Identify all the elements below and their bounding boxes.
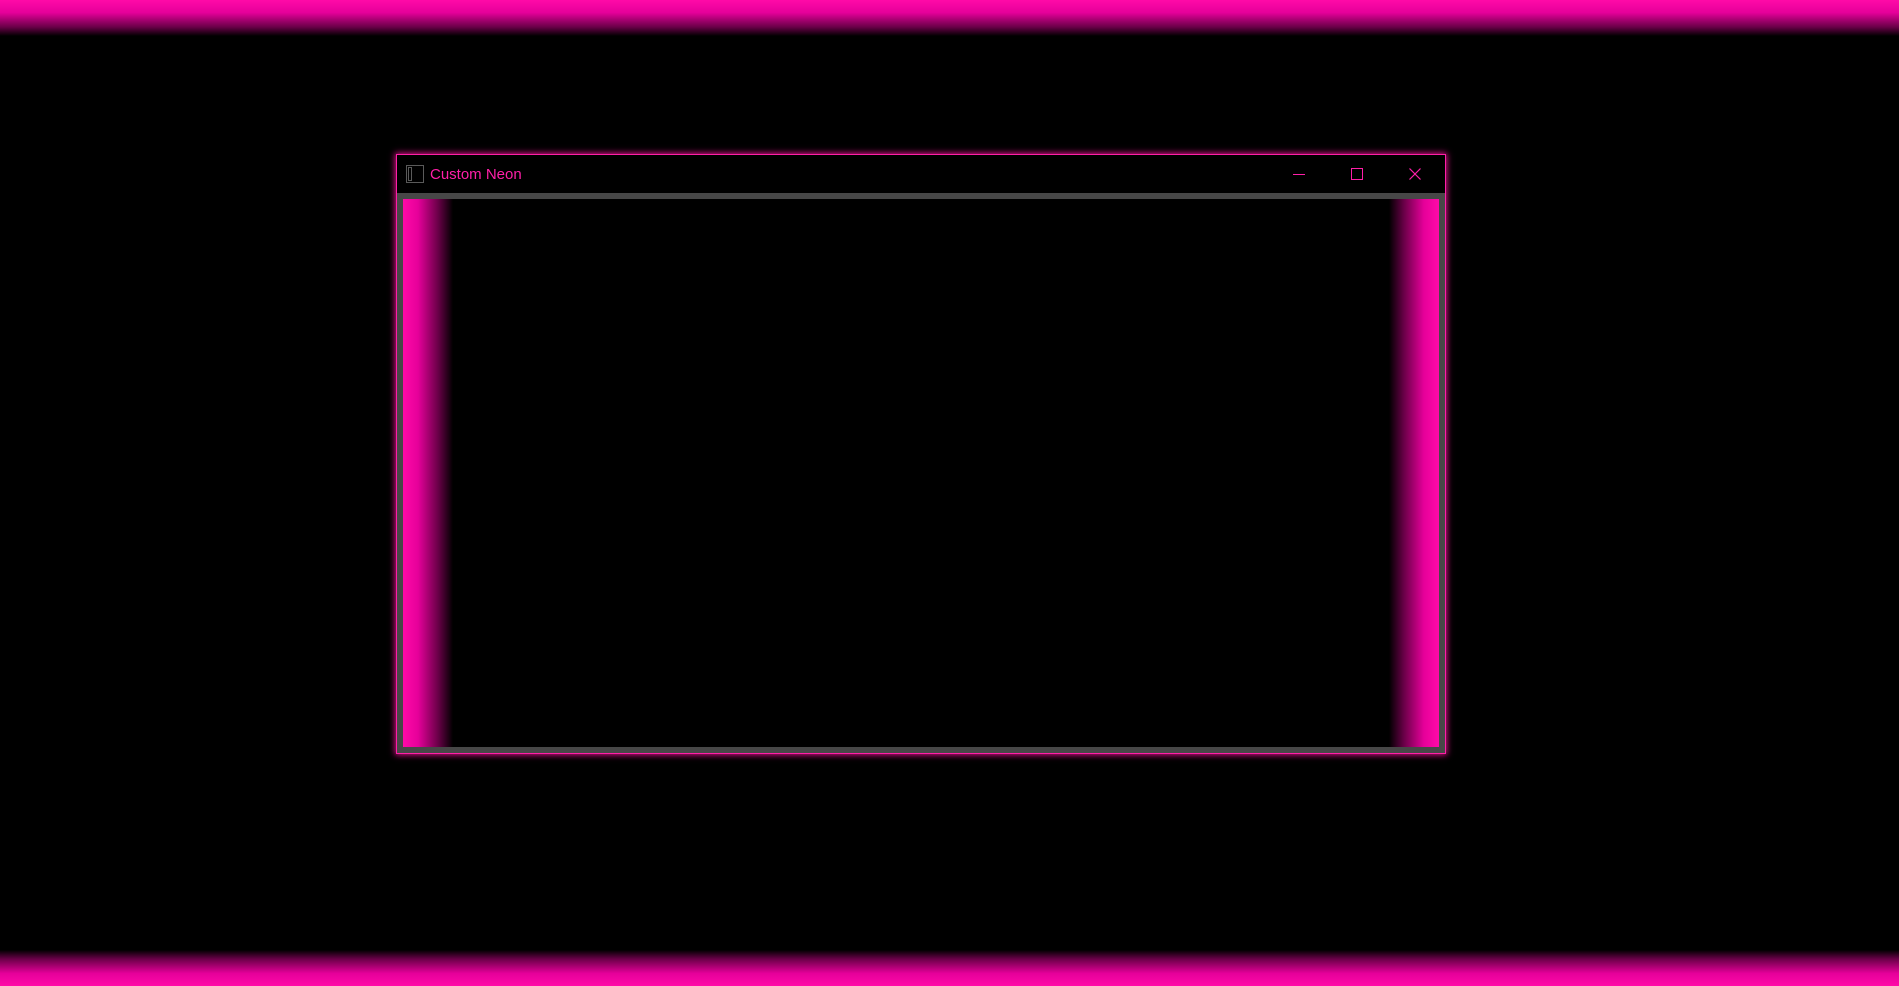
app-window: Custom Neon (396, 154, 1446, 754)
window-title: Custom Neon (430, 166, 522, 183)
neon-glow-right (1389, 199, 1439, 747)
window-app-icon (406, 165, 424, 183)
maximize-icon (1351, 168, 1363, 180)
window-frame-right[interactable] (1439, 199, 1445, 747)
neon-glow-bottom (0, 950, 1899, 986)
minimize-button[interactable] (1270, 155, 1328, 193)
window-content-area (403, 199, 1439, 747)
window-frame-bottom[interactable] (397, 747, 1445, 753)
close-button[interactable] (1386, 155, 1444, 193)
close-icon (1409, 168, 1421, 180)
neon-glow-left (403, 199, 453, 747)
title-bar[interactable]: Custom Neon (397, 155, 1445, 193)
neon-glow-top (0, 0, 1899, 36)
desktop: Custom Neon (0, 0, 1899, 986)
minimize-icon (1293, 174, 1305, 175)
maximize-button[interactable] (1328, 155, 1386, 193)
